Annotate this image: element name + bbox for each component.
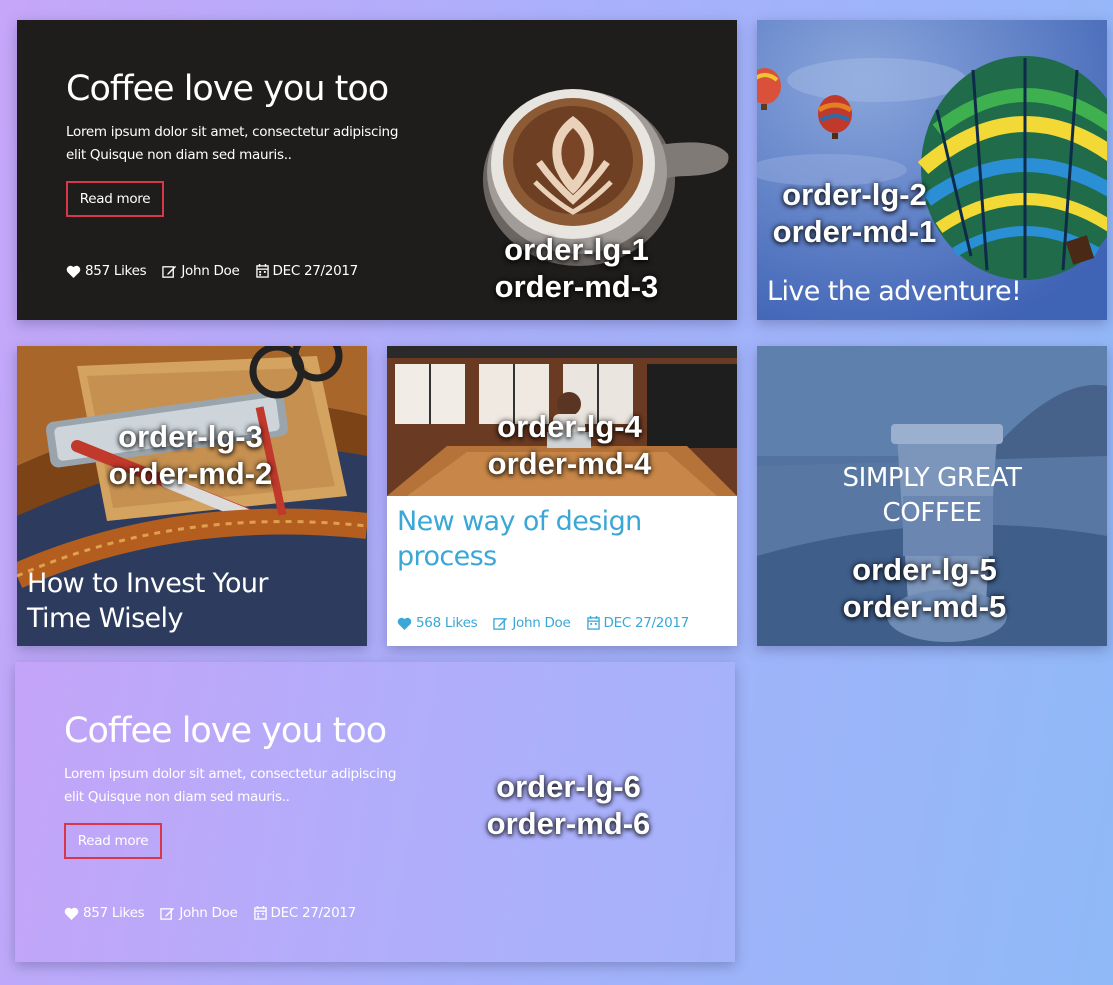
order-lg-label: order-lg-1: [504, 232, 649, 267]
heart-icon: [397, 617, 412, 630]
author-meta[interactable]: John Doe: [493, 615, 571, 631]
read-more-button[interactable]: Read more: [66, 181, 164, 217]
caption-line: How to Invest Your: [27, 568, 269, 599]
card-meta: 568 Likes John Doe DEC 27/2017: [397, 615, 705, 631]
order-label: order-lg-4 order-md-4: [472, 408, 667, 482]
card-coffee-love-2[interactable]: Coffee love you too Lorem ipsum dolor si…: [15, 662, 735, 962]
post-date: DEC 27/2017: [603, 615, 690, 631]
edit-icon: [493, 617, 508, 630]
card-simply-great-coffee[interactable]: SIMPLY GREAT COFFEE order-lg-5 order-md-…: [757, 346, 1107, 646]
order-label: order-lg-5 order-md-5: [827, 551, 1022, 625]
caption-line: process: [397, 541, 497, 572]
card-caption: SIMPLY GREAT COFFEE: [757, 461, 1107, 531]
card-meta: 857 Likes John Doe DEC 27/2017: [64, 905, 372, 921]
likes-meta[interactable]: 857 Likes: [64, 905, 145, 921]
order-md-label: order-md-6: [486, 806, 651, 841]
edit-icon: [160, 907, 175, 920]
order-label: order-lg-3 order-md-2: [93, 418, 288, 492]
card-description: Lorem ipsum dolor sit amet, consectetur …: [64, 766, 397, 805]
card-description: Lorem ipsum dolor sit amet, consectetur …: [66, 124, 399, 163]
order-lg-label: order-lg-6: [496, 769, 641, 804]
order-label: order-lg-6 order-md-6: [471, 768, 666, 842]
author-name: John Doe: [181, 263, 240, 279]
author-name: John Doe: [512, 615, 571, 631]
caption-line: SIMPLY GREAT: [842, 463, 1022, 493]
likes-count: 857 Likes: [83, 905, 145, 921]
author-meta[interactable]: John Doe: [160, 905, 238, 921]
caption-line: COFFEE: [882, 498, 982, 528]
calendar-icon: [255, 264, 269, 278]
card-coffee-love[interactable]: Coffee love you too Lorem ipsum dolor si…: [17, 20, 737, 320]
read-more-button[interactable]: Read more: [64, 823, 162, 859]
card-caption: How to Invest Your Time Wisely: [27, 566, 269, 636]
card-caption[interactable]: New way of design process: [397, 504, 727, 574]
card-title: Coffee love you too: [64, 711, 387, 751]
calendar-icon: [586, 616, 600, 630]
order-md-label: order-md-4: [487, 446, 652, 481]
date-meta: DEC 27/2017: [253, 905, 357, 921]
edit-icon: [162, 265, 177, 278]
card-invest-time[interactable]: order-lg-3 order-md-2 How to Invest Your…: [17, 346, 367, 646]
heart-icon: [64, 907, 79, 920]
card-caption: Live the adventure!: [767, 276, 1022, 307]
likes-meta[interactable]: 857 Likes: [66, 263, 147, 279]
order-label: order-lg-2 order-md-1: [757, 176, 952, 250]
likes-count: 857 Likes: [85, 263, 147, 279]
author-name: John Doe: [179, 905, 238, 921]
order-md-label: order-md-1: [772, 214, 937, 249]
calendar-icon: [253, 906, 267, 920]
hot-air-balloon-image: [757, 20, 1107, 320]
card-meta: 857 Likes John Doe DEC 27/2017: [66, 263, 374, 279]
post-date: DEC 27/2017: [270, 905, 357, 921]
post-date: DEC 27/2017: [272, 263, 359, 279]
order-lg-label: order-lg-2: [782, 177, 927, 212]
order-lg-label: order-lg-5: [852, 552, 997, 587]
order-label: order-lg-1 order-md-3: [479, 231, 674, 305]
author-meta[interactable]: John Doe: [162, 263, 240, 279]
heart-icon: [66, 265, 81, 278]
caption-line: New way of design: [397, 506, 642, 537]
date-meta: DEC 27/2017: [255, 263, 359, 279]
caption-line: Time Wisely: [27, 603, 183, 634]
likes-count: 568 Likes: [416, 615, 478, 631]
card-adventure[interactable]: order-lg-2 order-md-1 Live the adventure…: [757, 20, 1107, 320]
order-lg-label: order-lg-4: [497, 409, 642, 444]
date-meta: DEC 27/2017: [586, 615, 690, 631]
card-title: Coffee love you too: [66, 69, 389, 109]
likes-meta[interactable]: 568 Likes: [397, 615, 478, 631]
order-md-label: order-md-3: [494, 269, 659, 304]
order-md-label: order-md-2: [108, 456, 273, 491]
order-lg-label: order-lg-3: [118, 419, 263, 454]
order-md-label: order-md-5: [842, 589, 1007, 624]
card-design-process[interactable]: order-lg-4 order-md-4 New way of design …: [387, 346, 737, 646]
